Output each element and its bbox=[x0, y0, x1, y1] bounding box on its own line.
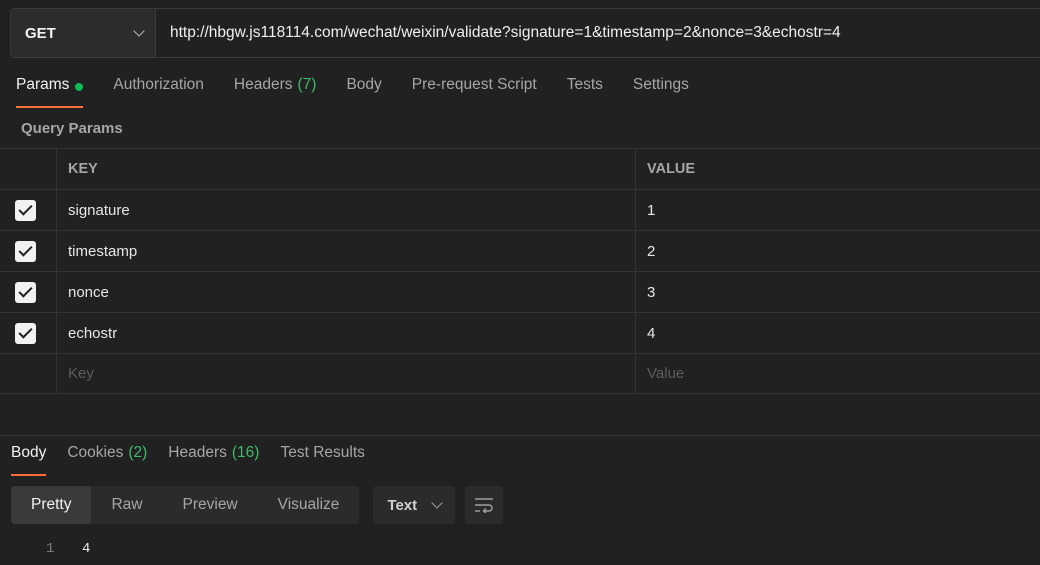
tab-settings[interactable]: Settings bbox=[633, 76, 689, 108]
table-header-row: KEY VALUE bbox=[0, 148, 1040, 189]
param-value[interactable]: 1 bbox=[636, 190, 1040, 230]
param-value[interactable]: 2 bbox=[636, 231, 1040, 271]
tab-response-headers-label: Headers bbox=[168, 444, 227, 461]
format-select[interactable]: Text bbox=[373, 486, 456, 524]
request-url-bar: GET http://hbgw.js118114.com/wechat/weix… bbox=[10, 8, 1040, 58]
url-input[interactable]: http://hbgw.js118114.com/wechat/weixin/v… bbox=[156, 9, 1040, 57]
param-key[interactable]: timestamp bbox=[57, 231, 636, 271]
tab-body-label: Body bbox=[346, 76, 382, 93]
query-params-table: KEY VALUE signature 1 timestamp 2 nonce … bbox=[0, 148, 1040, 394]
table-row-new: Key Value bbox=[0, 353, 1040, 394]
new-key-input[interactable]: Key bbox=[57, 354, 636, 393]
tab-pre-request-script-label: Pre-request Script bbox=[411, 76, 537, 93]
tab-response-headers-count: (16) bbox=[231, 444, 260, 461]
response-body[interactable]: 1 4 bbox=[46, 541, 90, 557]
chevron-down-icon bbox=[431, 497, 443, 509]
pane-divider[interactable] bbox=[0, 435, 1040, 436]
key-column-header: KEY bbox=[57, 149, 636, 189]
param-checkbox[interactable] bbox=[14, 240, 36, 262]
tab-headers-label: Headers bbox=[233, 76, 293, 93]
tab-headers[interactable]: Headers (7) bbox=[234, 76, 317, 108]
tab-settings-label: Settings bbox=[632, 76, 689, 93]
wrap-lines-button[interactable] bbox=[465, 486, 504, 524]
table-row: echostr 4 bbox=[0, 312, 1040, 353]
tab-response-body-label: Body bbox=[11, 444, 47, 461]
request-tabs: Params Authorization Headers (7) Body Pr… bbox=[16, 76, 719, 108]
table-row: nonce 3 bbox=[0, 271, 1040, 312]
view-raw-button[interactable]: Raw bbox=[91, 486, 162, 524]
params-active-dot-icon bbox=[75, 83, 84, 91]
param-key[interactable]: nonce bbox=[57, 272, 636, 312]
tab-response-body[interactable]: Body bbox=[11, 444, 47, 476]
param-value[interactable]: 3 bbox=[636, 272, 1040, 312]
format-label: Text bbox=[387, 496, 418, 514]
view-preview-button[interactable]: Preview bbox=[163, 486, 258, 524]
tab-params-label: Params bbox=[16, 76, 70, 93]
chevron-down-icon bbox=[133, 25, 145, 37]
view-mode-switch: Pretty Raw Preview Visualize bbox=[11, 486, 360, 524]
query-params-title: Query Params bbox=[21, 120, 123, 137]
response-tabs: Body Cookies (2) Headers (16) Test Resul… bbox=[11, 444, 386, 476]
tab-tests-label: Tests bbox=[566, 76, 603, 93]
response-toolbar: Pretty Raw Preview Visualize Text bbox=[11, 486, 504, 524]
tab-authorization-label: Authorization bbox=[113, 76, 204, 93]
tab-authorization[interactable]: Authorization bbox=[113, 76, 203, 108]
method-label: GET bbox=[25, 24, 56, 42]
param-key[interactable]: echostr bbox=[57, 313, 636, 353]
tab-body[interactable]: Body bbox=[346, 76, 381, 108]
new-value-input[interactable]: Value bbox=[636, 354, 1040, 393]
value-column-header: VALUE bbox=[647, 161, 696, 177]
tab-cookies-label: Cookies bbox=[67, 444, 124, 461]
method-select[interactable]: GET bbox=[11, 9, 156, 57]
param-checkbox[interactable] bbox=[14, 281, 36, 303]
tab-cookies[interactable]: Cookies (2) bbox=[67, 444, 147, 476]
tab-test-results-label: Test Results bbox=[280, 444, 365, 461]
tab-response-headers[interactable]: Headers (16) bbox=[168, 444, 259, 476]
view-pretty-button[interactable]: Pretty bbox=[11, 486, 92, 524]
tab-cookies-count: (2) bbox=[128, 444, 148, 461]
code-line: 4 bbox=[82, 541, 91, 557]
table-row: timestamp 2 bbox=[0, 230, 1040, 271]
line-number: 1 bbox=[46, 541, 55, 557]
param-checkbox[interactable] bbox=[14, 322, 36, 344]
tab-pre-request-script[interactable]: Pre-request Script bbox=[412, 76, 537, 108]
tab-tests[interactable]: Tests bbox=[567, 76, 603, 108]
param-value[interactable]: 4 bbox=[636, 313, 1040, 353]
tab-headers-count: (7) bbox=[297, 76, 317, 93]
wrap-lines-icon bbox=[475, 498, 494, 513]
tab-test-results[interactable]: Test Results bbox=[280, 444, 364, 476]
param-key[interactable]: signature bbox=[57, 190, 636, 230]
tab-params[interactable]: Params bbox=[16, 76, 84, 108]
view-visualize-button[interactable]: Visualize bbox=[258, 486, 360, 524]
param-checkbox[interactable] bbox=[14, 199, 36, 221]
table-row: signature 1 bbox=[0, 189, 1040, 230]
